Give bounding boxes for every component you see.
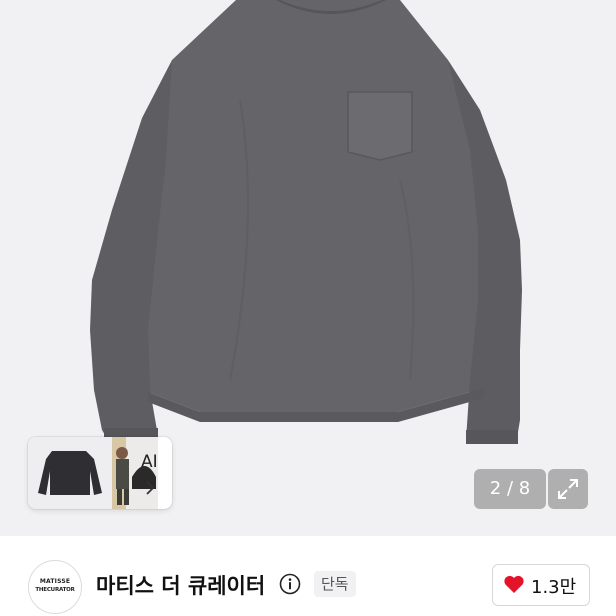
ai-label[interactable]: AI: [141, 452, 158, 472]
thumbnail-model-outfit: [112, 437, 158, 509]
store-name[interactable]: 마티스 더 큐레이터: [96, 570, 265, 600]
logo-line-2: THECURATOR: [35, 587, 75, 593]
like-button[interactable]: 1.3만: [492, 564, 590, 606]
store-logo[interactable]: MATISSE THECURATOR: [28, 560, 82, 614]
info-icon[interactable]: [279, 573, 301, 595]
ai-similar-items-card[interactable]: [28, 437, 172, 509]
thumbnail-dark-sweatshirt: [28, 437, 112, 509]
expand-icon: [558, 479, 578, 499]
chevron-right-icon[interactable]: [145, 481, 156, 495]
heart-icon: [504, 575, 524, 593]
expand-button[interactable]: [548, 469, 588, 509]
product-image-gallery[interactable]: AI 2 / 8: [0, 0, 616, 536]
logo-line-1: MATISSE: [39, 578, 71, 585]
image-counter: 2 / 8: [474, 469, 546, 509]
like-count: 1.3만: [531, 577, 577, 598]
exclusive-badge: 단독: [314, 571, 356, 597]
